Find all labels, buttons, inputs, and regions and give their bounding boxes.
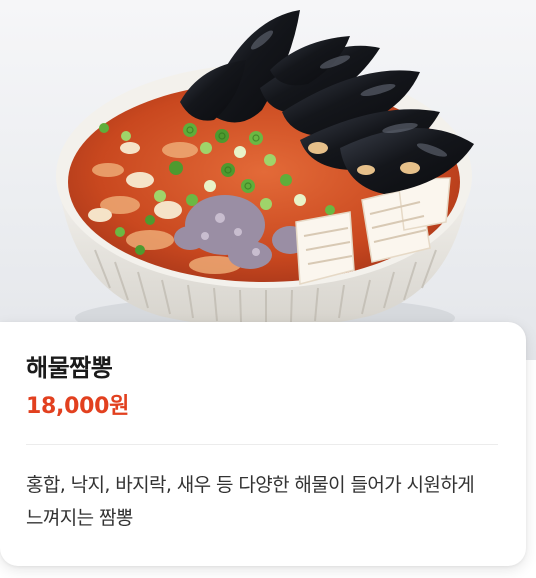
jjamppong-bowl-illustration xyxy=(56,10,474,340)
menu-photo xyxy=(0,0,536,360)
menu-name: 해물짬뽕 xyxy=(26,354,113,382)
divider xyxy=(26,444,498,445)
menu-price: 18,000원 xyxy=(26,394,130,419)
menu-info-card: 해물짬뽕 18,000원 홍합, 낙지, 바지락, 새우 등 다양한 해물이 들… xyxy=(0,322,526,566)
menu-description: 홍합, 낙지, 바지락, 새우 등 다양한 해물이 들어가 시원하게 느껴지는 … xyxy=(26,474,475,529)
